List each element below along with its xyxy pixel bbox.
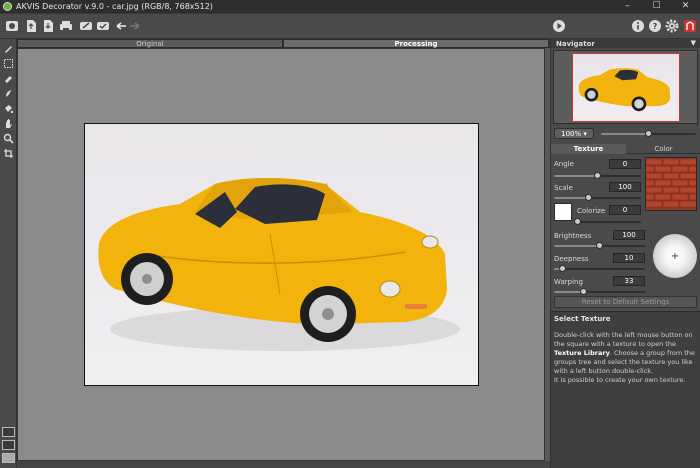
angle-slider-knob[interactable] bbox=[593, 172, 601, 179]
batch-icon[interactable] bbox=[78, 18, 94, 34]
help-icon[interactable]: ? bbox=[647, 18, 663, 34]
colorize-label: Colorize bbox=[577, 207, 606, 215]
colorize-slider-knob[interactable] bbox=[574, 218, 582, 225]
navigator-title: Navigator bbox=[556, 39, 595, 48]
scale-label: Scale bbox=[554, 184, 573, 192]
hand-icon[interactable] bbox=[2, 117, 15, 130]
eraser-icon[interactable] bbox=[2, 72, 15, 85]
status-bar bbox=[17, 461, 550, 468]
deepness-label: Deepness bbox=[554, 255, 589, 263]
open-icon[interactable] bbox=[23, 18, 39, 34]
redo-icon[interactable] bbox=[127, 18, 143, 34]
app-logo-icon bbox=[3, 2, 12, 11]
colorize-swatch[interactable] bbox=[554, 203, 572, 221]
angle-field[interactable]: 0 bbox=[609, 159, 641, 169]
texture-swatch[interactable] bbox=[645, 157, 697, 211]
scale-slider-knob[interactable] bbox=[584, 194, 592, 201]
help-text: Double-click with the left mouse button … bbox=[554, 331, 698, 385]
warping-label: Warping bbox=[554, 278, 583, 286]
colorize-slider[interactable] bbox=[574, 218, 641, 225]
akvis-icon[interactable] bbox=[682, 18, 698, 34]
play-icon[interactable] bbox=[551, 18, 567, 34]
info-icon[interactable] bbox=[630, 18, 646, 34]
view-split-icon[interactable] bbox=[2, 440, 15, 450]
settings-tabs: Texture Color bbox=[551, 144, 700, 154]
brush-icon[interactable] bbox=[2, 42, 15, 55]
deepness-slider-knob[interactable] bbox=[559, 265, 567, 272]
window-title: AKVIS Decorator v.9.0 - car.jpg (RGB/8, … bbox=[16, 2, 213, 11]
deepness-slider[interactable] bbox=[554, 265, 645, 272]
warping-slider[interactable] bbox=[554, 288, 645, 295]
warping-slider-knob[interactable] bbox=[580, 288, 588, 295]
light-direction-dial[interactable]: + bbox=[653, 234, 697, 278]
tab-original[interactable]: Original bbox=[17, 39, 283, 48]
chevron-down-icon[interactable]: ▼ bbox=[691, 39, 696, 47]
help-bold-1: Texture Library bbox=[554, 349, 610, 357]
brightness-slider-fill bbox=[554, 245, 600, 247]
zoom-dropdown[interactable]: 100% ▾ bbox=[554, 128, 594, 139]
navigator-header[interactable]: Navigator ▼ bbox=[551, 39, 700, 48]
maximize-button[interactable]: ☐ bbox=[642, 0, 671, 13]
save-icon[interactable] bbox=[40, 18, 56, 34]
navigator-preview[interactable] bbox=[553, 50, 698, 124]
brightness-label: Brightness bbox=[554, 232, 592, 240]
view-single-icon[interactable] bbox=[2, 427, 15, 437]
scale-slider-fill bbox=[554, 197, 589, 199]
car-photo bbox=[84, 123, 479, 386]
warping-field[interactable]: 33 bbox=[613, 276, 645, 286]
close-button[interactable]: ✕ bbox=[671, 0, 700, 13]
run-icon[interactable] bbox=[95, 18, 111, 34]
brightness-slider-knob[interactable] bbox=[595, 242, 603, 249]
help-panel: Select Texture Double-click with the lef… bbox=[551, 311, 700, 468]
help-line-3: It is possible to create your own textur… bbox=[554, 376, 686, 384]
tab-processing[interactable]: Processing bbox=[283, 39, 549, 48]
smudge-icon[interactable] bbox=[2, 87, 15, 100]
colorize-field[interactable]: 0 bbox=[609, 205, 641, 215]
scale-slider[interactable] bbox=[554, 194, 641, 201]
help-title: Select Texture bbox=[554, 315, 611, 323]
angle-label: Angle bbox=[554, 160, 574, 168]
canvas-tabs: Original Processing bbox=[17, 39, 549, 48]
deepness-field[interactable]: 10 bbox=[613, 253, 645, 263]
navigator-thumbnail[interactable] bbox=[572, 53, 680, 122]
settings-icon[interactable] bbox=[664, 18, 680, 34]
bucket-icon[interactable] bbox=[2, 102, 15, 115]
crosshair-icon[interactable]: + bbox=[671, 251, 679, 262]
main-toolbar: ? bbox=[0, 14, 700, 39]
zoom-slider-knob[interactable] bbox=[644, 130, 652, 137]
tab-texture[interactable]: Texture bbox=[551, 144, 626, 154]
help-line-1: Double-click with the left mouse button … bbox=[554, 331, 693, 348]
minimize-button[interactable]: – bbox=[613, 0, 642, 13]
zoom-slider[interactable] bbox=[601, 130, 696, 137]
tool-strip bbox=[0, 39, 17, 468]
print-icon[interactable] bbox=[58, 18, 74, 34]
svg-text:?: ? bbox=[653, 22, 658, 31]
angle-slider[interactable] bbox=[554, 172, 641, 179]
image-canvas[interactable] bbox=[17, 48, 545, 461]
angle-slider-fill bbox=[554, 175, 598, 177]
background-color-icon[interactable] bbox=[2, 453, 15, 463]
zoom-value: 100% bbox=[561, 129, 582, 138]
home-icon[interactable] bbox=[4, 18, 20, 34]
reset-button[interactable]: Reset to Default Settings bbox=[554, 296, 697, 308]
brightness-field[interactable]: 100 bbox=[613, 230, 645, 240]
zoom-icon[interactable] bbox=[2, 132, 15, 145]
title-bar: AKVIS Decorator v.9.0 - car.jpg (RGB/8, … bbox=[0, 0, 700, 13]
zoom-slider-fill bbox=[601, 133, 649, 135]
crop-icon[interactable] bbox=[2, 147, 15, 160]
scale-field[interactable]: 100 bbox=[609, 182, 641, 192]
tab-color[interactable]: Color bbox=[626, 144, 700, 154]
settings-panel: Navigator ▼ 100% ▾ Texture Color Angle 0… bbox=[550, 39, 700, 468]
selection-icon[interactable] bbox=[2, 57, 15, 70]
brightness-slider[interactable] bbox=[554, 242, 645, 249]
